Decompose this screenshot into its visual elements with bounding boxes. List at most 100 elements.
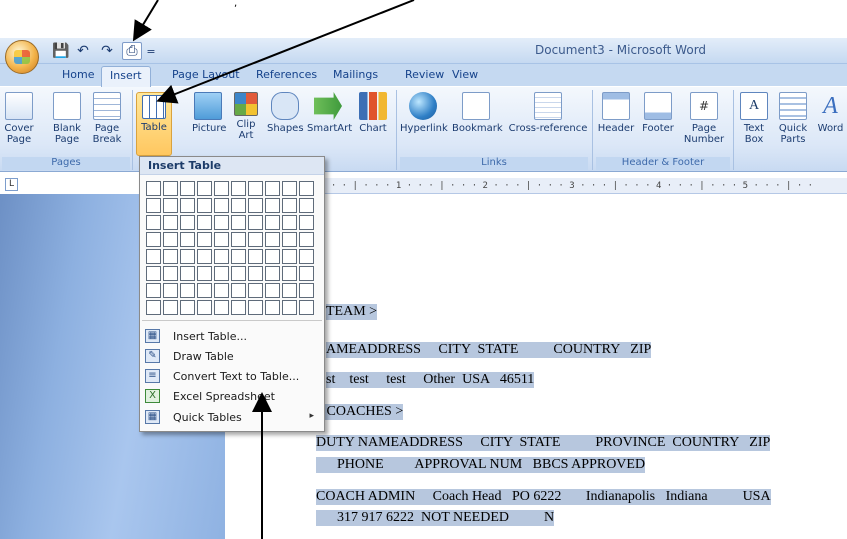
doc-line[interactable]: st test test Other USA 46511	[326, 372, 535, 388]
cover-page-button[interactable]: Cover Page	[2, 92, 36, 145]
grid-cell[interactable]	[146, 249, 161, 264]
smartart-button[interactable]: SmartArt	[307, 92, 352, 134]
grid-cell[interactable]	[163, 181, 178, 196]
grid-cell[interactable]	[197, 266, 212, 281]
grid-cell[interactable]	[197, 232, 212, 247]
grid-cell[interactable]	[282, 283, 297, 298]
tab-home[interactable]: Home	[62, 68, 94, 86]
grid-cell[interactable]	[180, 215, 195, 230]
grid-cell[interactable]	[197, 283, 212, 298]
grid-cell[interactable]	[146, 266, 161, 281]
grid-cell[interactable]	[282, 198, 297, 213]
hyperlink-button[interactable]: Hyperlink	[400, 92, 448, 134]
grid-cell[interactable]	[214, 232, 229, 247]
grid-cell[interactable]	[180, 232, 195, 247]
grid-cell[interactable]	[299, 283, 314, 298]
grid-cell[interactable]	[197, 300, 212, 315]
horizontal-ruler[interactable]: · · · | · · · 1 · · · | · · · 2 · · · | …	[320, 178, 847, 194]
grid-cell[interactable]	[163, 249, 178, 264]
menu-item-excel-spreadsheet[interactable]: X Excel Spreadsheet	[142, 386, 322, 406]
grid-cell[interactable]	[299, 300, 314, 315]
page-break-button[interactable]: Page Break	[90, 92, 124, 145]
grid-cell[interactable]	[299, 198, 314, 213]
tab-references[interactable]: References	[256, 68, 317, 86]
grid-cell[interactable]	[231, 215, 246, 230]
print-icon[interactable]: ⎙	[122, 42, 142, 60]
grid-cell[interactable]	[299, 232, 314, 247]
grid-cell[interactable]	[197, 181, 212, 196]
save-icon[interactable]: 💾	[52, 42, 70, 60]
grid-cell[interactable]	[214, 181, 229, 196]
tab-selector[interactable]: L	[5, 178, 18, 191]
menu-item-insert-table[interactable]: ▦ Insert Table...	[142, 326, 322, 346]
grid-cell[interactable]	[146, 215, 161, 230]
grid-cell[interactable]	[163, 198, 178, 213]
grid-cell[interactable]	[197, 215, 212, 230]
undo-icon[interactable]: ↶	[72, 42, 94, 60]
quick-parts-button[interactable]: Quick Parts	[776, 92, 810, 145]
office-button[interactable]	[5, 40, 39, 74]
grid-cell[interactable]	[248, 198, 263, 213]
grid-cell[interactable]	[163, 215, 178, 230]
footer-button[interactable]: Footer	[638, 92, 678, 134]
grid-cell[interactable]	[146, 283, 161, 298]
grid-cell[interactable]	[180, 249, 195, 264]
menu-item-convert-text-to-table[interactable]: ≡ Convert Text to Table...	[142, 366, 322, 386]
grid-cell[interactable]	[214, 215, 229, 230]
grid-cell[interactable]	[282, 181, 297, 196]
grid-cell[interactable]	[248, 249, 263, 264]
grid-cell[interactable]	[265, 232, 280, 247]
cross-reference-button[interactable]: Cross-reference	[508, 92, 588, 134]
grid-cell[interactable]	[163, 232, 178, 247]
wordart-button[interactable]: A Word	[814, 92, 847, 134]
page-number-button[interactable]: # Page Number	[680, 92, 728, 145]
doc-line[interactable]: COACH ADMIN Coach Head PO 6222 Indianapo…	[316, 489, 771, 505]
customize-qat-icon[interactable]: =	[146, 42, 156, 60]
grid-cell[interactable]	[265, 181, 280, 196]
grid-cell[interactable]	[248, 215, 263, 230]
grid-cell[interactable]	[146, 181, 161, 196]
tab-view[interactable]: View	[452, 68, 478, 86]
grid-cell[interactable]	[265, 198, 280, 213]
table-button[interactable]: Table	[136, 92, 172, 156]
grid-cell[interactable]	[299, 215, 314, 230]
grid-cell[interactable]	[180, 300, 195, 315]
grid-cell[interactable]	[231, 266, 246, 281]
doc-line[interactable]: DUTY NAMEADDRESS CITY STATE PROVINCE COU…	[316, 435, 771, 451]
grid-cell[interactable]	[163, 266, 178, 281]
menu-item-quick-tables[interactable]: ▦ Quick Tables ▸	[142, 407, 322, 427]
bookmark-button[interactable]: Bookmark	[452, 92, 503, 134]
grid-cell[interactable]	[265, 283, 280, 298]
text-box-button[interactable]: A Text Box	[738, 92, 770, 145]
grid-cell[interactable]	[197, 249, 212, 264]
tab-mailings[interactable]: Mailings	[333, 68, 378, 86]
grid-cell[interactable]	[214, 300, 229, 315]
grid-cell[interactable]	[231, 198, 246, 213]
grid-cell[interactable]	[163, 300, 178, 315]
doc-line[interactable]: 317 917 6222 NOT NEEDED N	[316, 510, 555, 526]
grid-cell[interactable]	[299, 181, 314, 196]
grid-cell[interactable]	[214, 266, 229, 281]
grid-cell[interactable]	[282, 232, 297, 247]
doc-line[interactable]: PHONE APPROVAL NUM BBCS APPROVED	[316, 457, 646, 473]
blank-page-button[interactable]: Blank Page	[50, 92, 84, 145]
tab-review[interactable]: Review	[405, 68, 444, 86]
grid-cell[interactable]	[248, 300, 263, 315]
grid-cell[interactable]	[146, 232, 161, 247]
grid-cell[interactable]	[282, 300, 297, 315]
grid-cell[interactable]	[231, 283, 246, 298]
clip-art-button[interactable]: Clip Art	[232, 92, 260, 141]
grid-cell[interactable]	[180, 266, 195, 281]
tab-page-layout[interactable]: Page Layout	[172, 68, 240, 86]
grid-cell[interactable]	[214, 249, 229, 264]
grid-cell[interactable]	[248, 232, 263, 247]
grid-cell[interactable]	[231, 181, 246, 196]
grid-cell[interactable]	[214, 198, 229, 213]
grid-cell[interactable]	[299, 249, 314, 264]
grid-cell[interactable]	[231, 232, 246, 247]
shapes-button[interactable]: Shapes	[267, 92, 304, 134]
picture-button[interactable]: Picture	[192, 92, 226, 134]
grid-cell[interactable]	[248, 181, 263, 196]
grid-cell[interactable]	[180, 198, 195, 213]
grid-cell[interactable]	[265, 300, 280, 315]
